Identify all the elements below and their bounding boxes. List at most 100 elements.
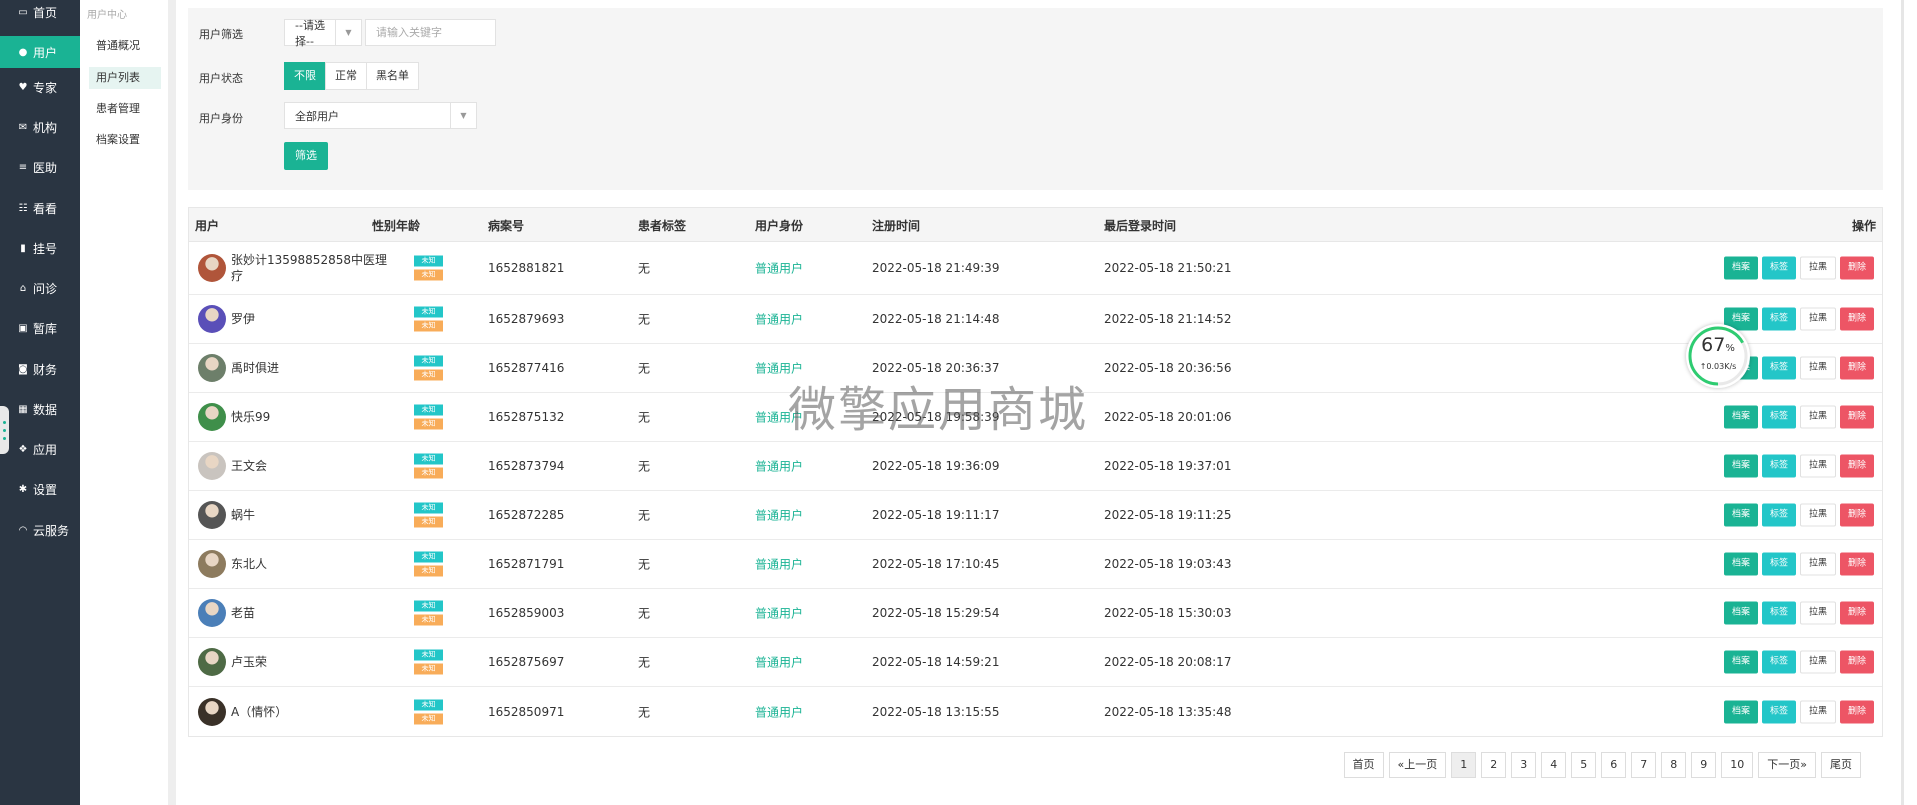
block-button[interactable]: 拉黑 bbox=[1799, 356, 1836, 380]
user-name: 老苗 bbox=[231, 606, 256, 620]
delete-button[interactable]: 删除 bbox=[1839, 256, 1874, 280]
archive-button[interactable]: 档案 bbox=[1723, 405, 1758, 429]
page-number-button[interactable]: 1 bbox=[1451, 752, 1477, 778]
page-number-button[interactable]: 5 bbox=[1571, 752, 1597, 778]
archive-button[interactable]: 档案 bbox=[1723, 700, 1758, 723]
block-button[interactable]: 拉黑 bbox=[1799, 256, 1836, 280]
nav-item-5[interactable]: ☷ 看看 bbox=[0, 193, 80, 223]
delete-button[interactable]: 删除 bbox=[1839, 552, 1874, 576]
identity-link[interactable]: 普通用户 bbox=[755, 654, 803, 671]
page-number-button[interactable]: 3 bbox=[1511, 752, 1537, 778]
nav-item-1[interactable]: ● 用户 bbox=[0, 36, 80, 68]
archive-button[interactable]: 档案 bbox=[1723, 650, 1758, 674]
page-first-button[interactable]: 首页 bbox=[1343, 752, 1384, 778]
delete-button[interactable]: 删除 bbox=[1839, 503, 1874, 527]
archive-button[interactable]: 档案 bbox=[1723, 454, 1758, 478]
delete-button[interactable]: 删除 bbox=[1839, 307, 1874, 331]
nav-item-0[interactable]: ▭ 首页 bbox=[0, 0, 80, 27]
block-button[interactable]: 拉黑 bbox=[1799, 700, 1836, 723]
nav-item-4[interactable]: ≡ 医助 bbox=[0, 152, 80, 182]
gender-badge: 未知 bbox=[414, 306, 443, 318]
block-button[interactable]: 拉黑 bbox=[1799, 307, 1836, 331]
tag-button[interactable]: 标签 bbox=[1761, 601, 1796, 625]
block-button[interactable]: 拉黑 bbox=[1799, 650, 1836, 674]
nav-item-11[interactable]: ❖ 应用 bbox=[0, 434, 80, 464]
page-number-button[interactable]: 2 bbox=[1481, 752, 1507, 778]
subnav-item-1[interactable]: 用户列表 bbox=[89, 67, 161, 89]
tag-button[interactable]: 标签 bbox=[1761, 454, 1796, 478]
nav-item-8[interactable]: ▣ 暂库 bbox=[0, 313, 80, 343]
delete-button[interactable]: 删除 bbox=[1839, 356, 1874, 380]
delete-button[interactable]: 删除 bbox=[1839, 650, 1874, 674]
row-actions: 档案标签拉黑删除 bbox=[1723, 552, 1874, 576]
identity-link[interactable]: 普通用户 bbox=[755, 409, 803, 426]
page-number-button[interactable]: 4 bbox=[1541, 752, 1567, 778]
page-last-button[interactable]: 尾页 bbox=[1821, 752, 1861, 778]
block-button[interactable]: 拉黑 bbox=[1799, 601, 1836, 625]
delete-button[interactable]: 删除 bbox=[1839, 601, 1874, 625]
record-no: 1652881821 bbox=[488, 261, 565, 275]
nav-item-3[interactable]: ✉ 机构 bbox=[0, 112, 80, 142]
tag-button[interactable]: 标签 bbox=[1761, 307, 1796, 331]
identity-link[interactable]: 普通用户 bbox=[755, 605, 803, 622]
status-option-1[interactable]: 正常 bbox=[325, 62, 367, 90]
nav-item-12[interactable]: ✱ 设置 bbox=[0, 474, 80, 504]
tag-button[interactable]: 标签 bbox=[1761, 503, 1796, 527]
archive-button[interactable]: 档案 bbox=[1723, 503, 1758, 527]
tag-button[interactable]: 标签 bbox=[1761, 256, 1796, 280]
tag-button[interactable]: 标签 bbox=[1761, 405, 1796, 429]
archive-button[interactable]: 档案 bbox=[1723, 256, 1758, 280]
delete-button[interactable]: 删除 bbox=[1839, 700, 1874, 723]
nav-collapse-handle[interactable] bbox=[0, 406, 9, 454]
subnav-item-2[interactable]: 患者管理 bbox=[89, 98, 161, 120]
archive-button[interactable]: 档案 bbox=[1723, 552, 1758, 576]
block-button[interactable]: 拉黑 bbox=[1799, 552, 1836, 576]
page-number-button[interactable]: 8 bbox=[1661, 752, 1687, 778]
subnav-item-0[interactable]: 普通概况 bbox=[89, 35, 161, 57]
identity-link[interactable]: 普通用户 bbox=[755, 260, 803, 277]
identity-link[interactable]: 普通用户 bbox=[755, 360, 803, 377]
block-button[interactable]: 拉黑 bbox=[1799, 405, 1836, 429]
last-login-time: 2022-05-18 19:37:01 bbox=[1104, 459, 1232, 473]
archive-button[interactable]: 档案 bbox=[1723, 601, 1758, 625]
identity-link[interactable]: 普通用户 bbox=[755, 703, 803, 720]
row-actions: 档案标签拉黑删除 bbox=[1723, 256, 1874, 280]
status-option-2[interactable]: 黑名单 bbox=[366, 62, 419, 90]
identity-link[interactable]: 普通用户 bbox=[755, 458, 803, 475]
page-prev-button[interactable]: «上一页 bbox=[1388, 752, 1447, 778]
identity-select[interactable]: 全部用户 ▼ bbox=[284, 102, 477, 129]
block-button[interactable]: 拉黑 bbox=[1799, 454, 1836, 478]
identity-link[interactable]: 普通用户 bbox=[755, 507, 803, 524]
page-scrollbar[interactable] bbox=[1893, 0, 1917, 805]
tag-button[interactable]: 标签 bbox=[1761, 700, 1796, 723]
identity-link[interactable]: 普通用户 bbox=[755, 556, 803, 573]
nav-item-7[interactable]: ⌂ 问诊 bbox=[0, 273, 80, 303]
page-next-button[interactable]: 下一页» bbox=[1758, 752, 1816, 778]
identity-link[interactable]: 普通用户 bbox=[755, 311, 803, 328]
delete-button[interactable]: 删除 bbox=[1839, 454, 1874, 478]
nav-item-13[interactable]: ◠ 云服务 bbox=[0, 515, 80, 545]
block-button[interactable]: 拉黑 bbox=[1799, 503, 1836, 527]
keyword-input[interactable] bbox=[365, 19, 496, 46]
user-filter-select[interactable]: --请选择-- ▼ bbox=[284, 19, 362, 48]
nav-item-2[interactable]: ♥ 专家 bbox=[0, 72, 80, 102]
page-number-button[interactable]: 9 bbox=[1691, 752, 1717, 778]
tag-button[interactable]: 标签 bbox=[1761, 356, 1796, 380]
last-login-time: 2022-05-18 21:50:21 bbox=[1104, 261, 1232, 275]
delete-button[interactable]: 删除 bbox=[1839, 405, 1874, 429]
nav-item-10[interactable]: ▦ 数据 bbox=[0, 394, 80, 424]
subnav-item-3[interactable]: 档案设置 bbox=[89, 129, 161, 151]
page-number-button[interactable]: 10 bbox=[1721, 752, 1754, 778]
page-number-button[interactable]: 6 bbox=[1601, 752, 1627, 778]
filter-submit-button[interactable]: 筛选 bbox=[284, 142, 328, 170]
status-option-0[interactable]: 不限 bbox=[284, 62, 326, 90]
register-time: 2022-05-18 17:10:45 bbox=[872, 557, 1000, 571]
tag-button[interactable]: 标签 bbox=[1761, 552, 1796, 576]
nav-item-9[interactable]: ◙ 财务 bbox=[0, 354, 80, 384]
nav-item-label: 应用 bbox=[33, 442, 58, 457]
tag-button[interactable]: 标签 bbox=[1761, 650, 1796, 674]
page-number-button[interactable]: 7 bbox=[1631, 752, 1657, 778]
speed-rate: ↑0.03K/s bbox=[1699, 362, 1737, 371]
speed-widget[interactable]: 67% ↑0.03K/s bbox=[1686, 324, 1750, 388]
nav-item-6[interactable]: ▮ 挂号 bbox=[0, 233, 80, 263]
